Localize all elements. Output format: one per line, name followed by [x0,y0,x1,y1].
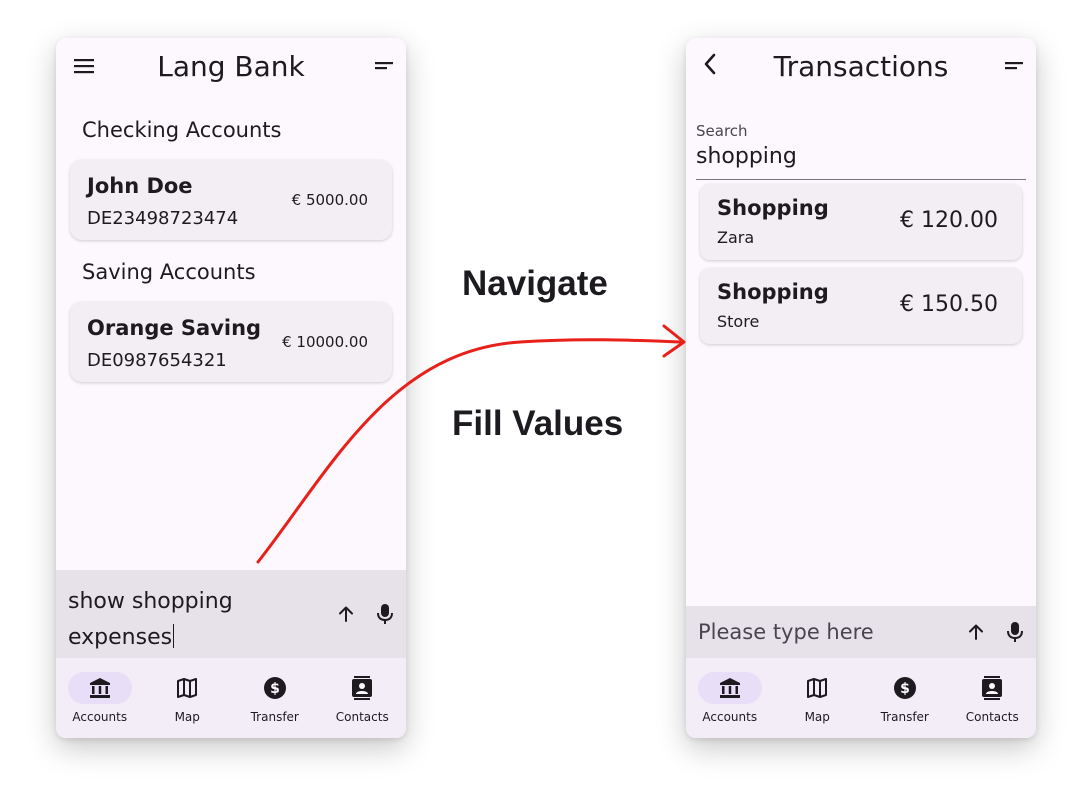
text-caret [173,624,175,648]
page-title: Lang Bank [157,50,305,83]
map-icon [175,676,199,700]
chat-input-bar: Please type here [686,606,1036,658]
transaction-merchant: Zara [717,228,755,247]
transaction-card[interactable]: Shopping Store € 150.50 [700,268,1022,344]
nav-label: Contacts [965,710,1019,724]
map-icon [805,676,829,700]
send-arrow-icon[interactable] [964,620,988,644]
nav-item-map[interactable]: Map [144,658,232,738]
bottom-navigation: Accounts Map $ Transfer Contacts [56,658,406,738]
transaction-amount: € 150.50 [900,292,998,317]
nav-item-contacts[interactable]: Contacts [319,658,407,738]
nav-item-transfer[interactable]: $ Transfer [861,658,949,738]
account-iban: DE0987654321 [87,350,227,371]
svg-text:$: $ [270,681,280,697]
chat-input-bar: show shopping expenses [56,570,406,658]
nav-label: Accounts [702,710,758,724]
section-title-saving: Saving Accounts [82,260,256,284]
nav-label: Map [174,710,200,724]
sort-icon[interactable] [372,54,396,78]
account-name: John Doe [87,174,193,198]
transactions-screen: Transactions Search Shopping Zara € 120.… [686,38,1036,738]
search-field-label: Search [696,122,748,140]
transaction-category: Shopping [717,280,829,304]
account-card-checking[interactable]: John Doe DE23498723474 € 5000.00 [70,160,392,240]
send-arrow-icon[interactable] [334,602,358,626]
caption-navigate: Navigate [462,264,608,303]
nav-label: Map [804,710,830,724]
nav-label: Transfer [250,710,299,724]
bank-icon [88,676,112,700]
bank-icon [718,676,742,700]
transaction-merchant: Store [717,312,760,331]
mic-icon[interactable] [374,602,396,626]
svg-text:$: $ [900,681,910,697]
transaction-card[interactable]: Shopping Zara € 120.00 [700,184,1022,260]
nav-label: Contacts [335,710,389,724]
chat-input-value: show shopping expenses [68,589,233,650]
app-bar: Transactions [686,38,1036,98]
account-name: Orange Saving [87,316,262,340]
nav-item-accounts[interactable]: Accounts [56,658,144,738]
accounts-screen: Lang Bank Checking Accounts John Doe DE2… [56,38,406,738]
mic-icon[interactable] [1004,620,1026,644]
sort-icon[interactable] [1002,54,1026,78]
page-title: Transactions [773,50,949,83]
nav-label: Accounts [72,710,128,724]
account-balance: € 5000.00 [291,191,368,209]
account-card-saving[interactable]: Orange Saving DE0987654321 € 10000.00 [70,302,392,382]
dollar-icon: $ [263,676,287,700]
bottom-navigation: Accounts Map $ Transfer Contacts [686,658,1036,738]
account-balance: € 10000.00 [282,333,368,351]
dollar-icon: $ [893,676,917,700]
nav-item-map[interactable]: Map [774,658,862,738]
account-iban: DE23498723474 [87,208,239,229]
contacts-icon [350,676,374,700]
nav-label: Transfer [880,710,929,724]
chat-input[interactable]: show shopping expenses [68,584,308,656]
chat-input[interactable]: Please type here [698,620,874,644]
transaction-category: Shopping [717,196,829,220]
caption-fill-values: Fill Values [452,404,624,443]
nav-item-transfer[interactable]: $ Transfer [231,658,319,738]
section-title-checking: Checking Accounts [82,118,282,142]
nav-item-accounts[interactable]: Accounts [686,658,774,738]
search-input[interactable] [696,144,1026,169]
transaction-amount: € 120.00 [900,208,998,233]
search-underline [696,179,1026,180]
app-bar: Lang Bank [56,38,406,98]
contacts-icon [980,676,1004,700]
flow-arrow-head [662,324,686,358]
nav-item-contacts[interactable]: Contacts [949,658,1037,738]
